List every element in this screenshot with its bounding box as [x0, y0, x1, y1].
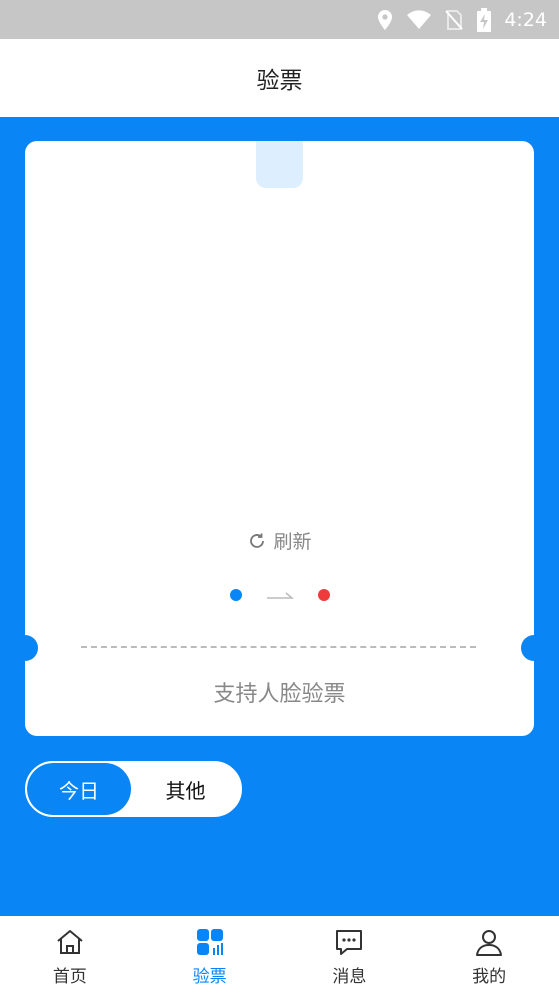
profile-icon	[476, 930, 503, 956]
status-icons: 4:24	[376, 7, 547, 33]
tab-profile[interactable]: 我的	[419, 916, 559, 995]
ticket-card: 刷新 支持人脸验票	[12, 141, 547, 736]
status-time: 4:24	[504, 9, 547, 31]
day-toggle: 今日 其他	[25, 761, 242, 817]
refresh-icon	[250, 533, 265, 548]
toggle-other[interactable]: 其他	[131, 763, 240, 815]
qr-code-placeholder	[256, 141, 303, 188]
tab-home-label: 首页	[52, 967, 87, 987]
message-icon	[336, 930, 363, 955]
toggle-today[interactable]: 今日	[27, 763, 131, 815]
main-area: 刷新 支持人脸验票 今日 其他	[0, 117, 559, 916]
location-icon	[378, 10, 393, 30]
ticket-grid-icon	[196, 929, 223, 955]
ticket-notch-left	[12, 635, 38, 661]
home-icon	[57, 930, 83, 954]
bottom-tab-bar: 首页 验票 消息 我的	[0, 916, 559, 995]
refresh-button[interactable]: 刷新	[25, 527, 534, 554]
no-sim-icon	[445, 10, 464, 30]
tab-ticket-check-label: 验票	[192, 967, 227, 987]
tab-ticket-check[interactable]: 验票	[140, 916, 280, 995]
ticket-divider	[81, 646, 476, 648]
face-verify-hint: 支持人脸验票	[213, 682, 346, 707]
ticket-notch-right	[521, 635, 547, 661]
title-bar: 验票	[0, 39, 559, 117]
flow-end-dot	[317, 589, 330, 601]
refresh-label: 刷新	[273, 531, 312, 553]
flow-start-dot	[229, 589, 242, 601]
page-title: 验票	[256, 68, 303, 94]
status-bar: 4:24	[0, 0, 559, 39]
tab-profile-label: 我的	[472, 967, 507, 987]
wifi-icon	[407, 10, 432, 29]
tab-messages-label: 消息	[332, 967, 367, 987]
tab-home[interactable]: 首页	[0, 916, 140, 995]
arrow-right-icon	[266, 592, 294, 599]
battery-charging-icon	[477, 8, 492, 32]
ticket-flow-indicator	[25, 589, 534, 601]
tab-messages[interactable]: 消息	[280, 916, 420, 995]
